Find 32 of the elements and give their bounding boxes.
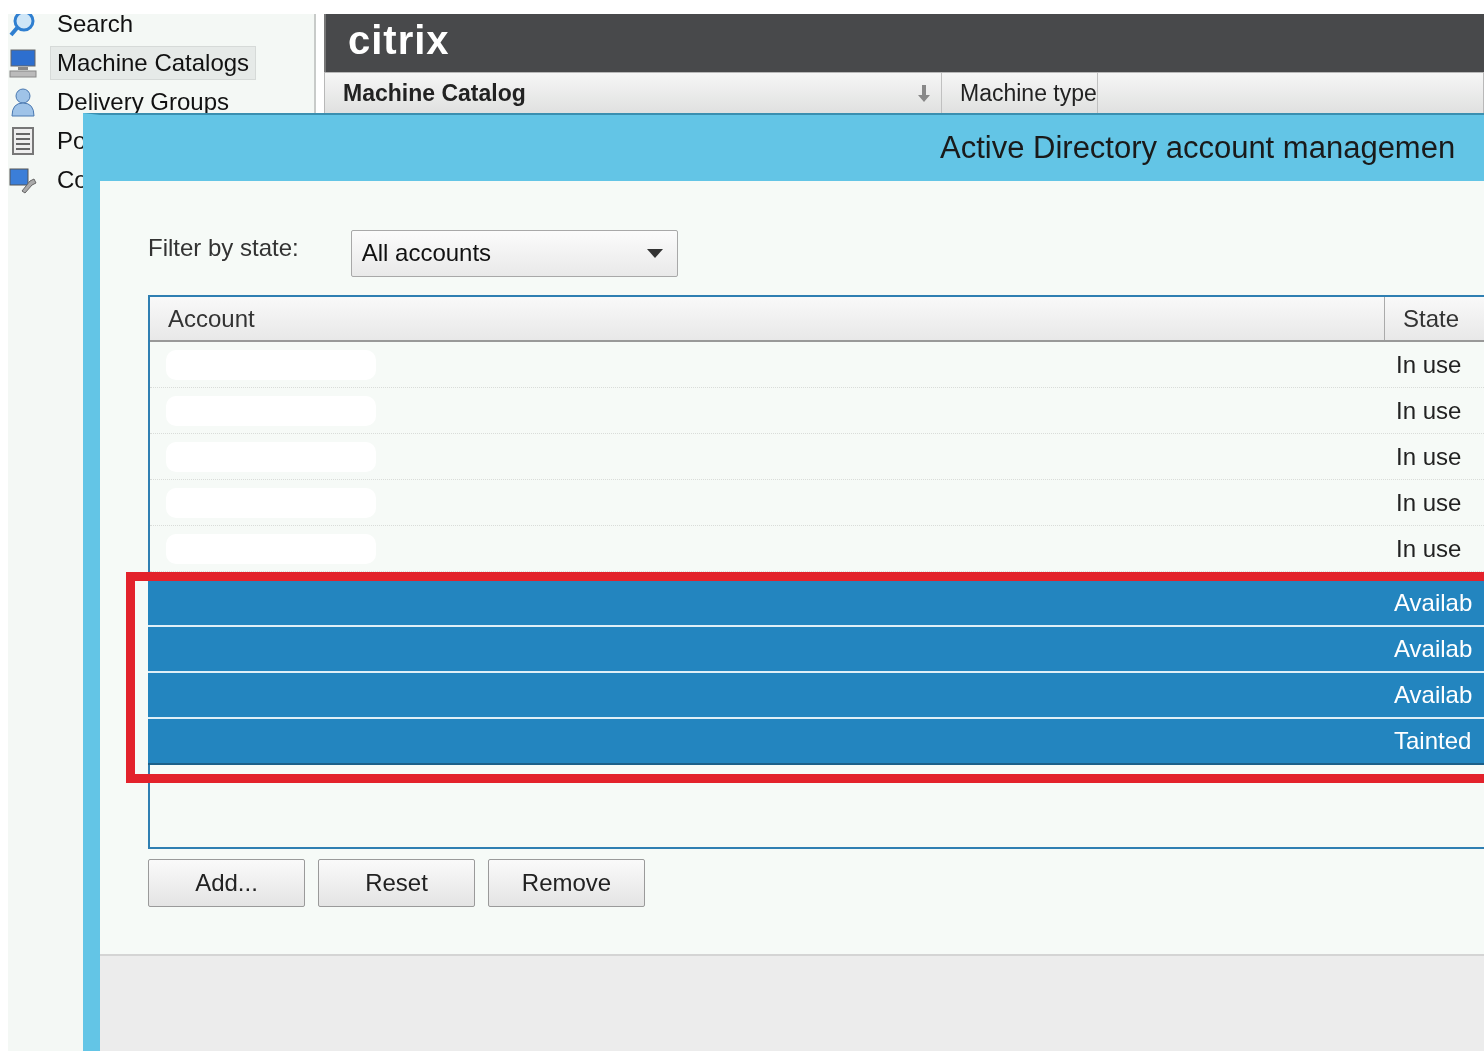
table-row[interactable]: In use — [150, 480, 1484, 526]
table-cell-text: Tainted — [1393, 726, 1472, 756]
filter-label: Filter by state: — [148, 234, 299, 262]
column-header[interactable]: Account — [150, 297, 1385, 340]
sidebar-item[interactable]: Machine Catalogs — [50, 45, 257, 80]
table-cell-text: In use — [1395, 441, 1462, 472]
table-row[interactable]: In use — [150, 342, 1484, 388]
table-row[interactable]: In use — [150, 526, 1484, 572]
person-icon — [8, 86, 38, 117]
table-row[interactable]: Availab — [148, 627, 1484, 673]
state-dropdown[interactable]: All accounts — [350, 229, 678, 277]
table-row[interactable]: Availab — [148, 581, 1484, 627]
column-header[interactable]: State — [1385, 297, 1460, 340]
table-row[interactable]: In use — [150, 388, 1484, 434]
table-cell-text: In use — [1395, 533, 1462, 564]
table-cell-text: Availab — [1393, 680, 1473, 710]
table-cell-text: In use — [1395, 349, 1462, 380]
table-cell-text: Availab — [1393, 634, 1473, 664]
dialog-title: Active Directory account managemen — [940, 130, 1456, 166]
table-row[interactable]: Availab — [148, 673, 1484, 719]
sidebar-item[interactable]: Search — [50, 14, 141, 41]
table-row[interactable]: Tainted — [148, 719, 1484, 765]
caret-icon — [646, 248, 663, 258]
monitor-icon — [8, 47, 38, 78]
dialog-button[interactable]: Reset — [318, 859, 475, 907]
dialog-button[interactable]: Add... — [148, 859, 305, 907]
table-row[interactable]: In use — [150, 434, 1484, 480]
table-cell-text: In use — [1395, 395, 1462, 426]
logo: citrix — [348, 18, 450, 63]
table-cell-text: In use — [1395, 487, 1462, 518]
table-cell-text: Availab — [1393, 588, 1473, 618]
dialog-button[interactable]: Remove — [488, 859, 645, 907]
